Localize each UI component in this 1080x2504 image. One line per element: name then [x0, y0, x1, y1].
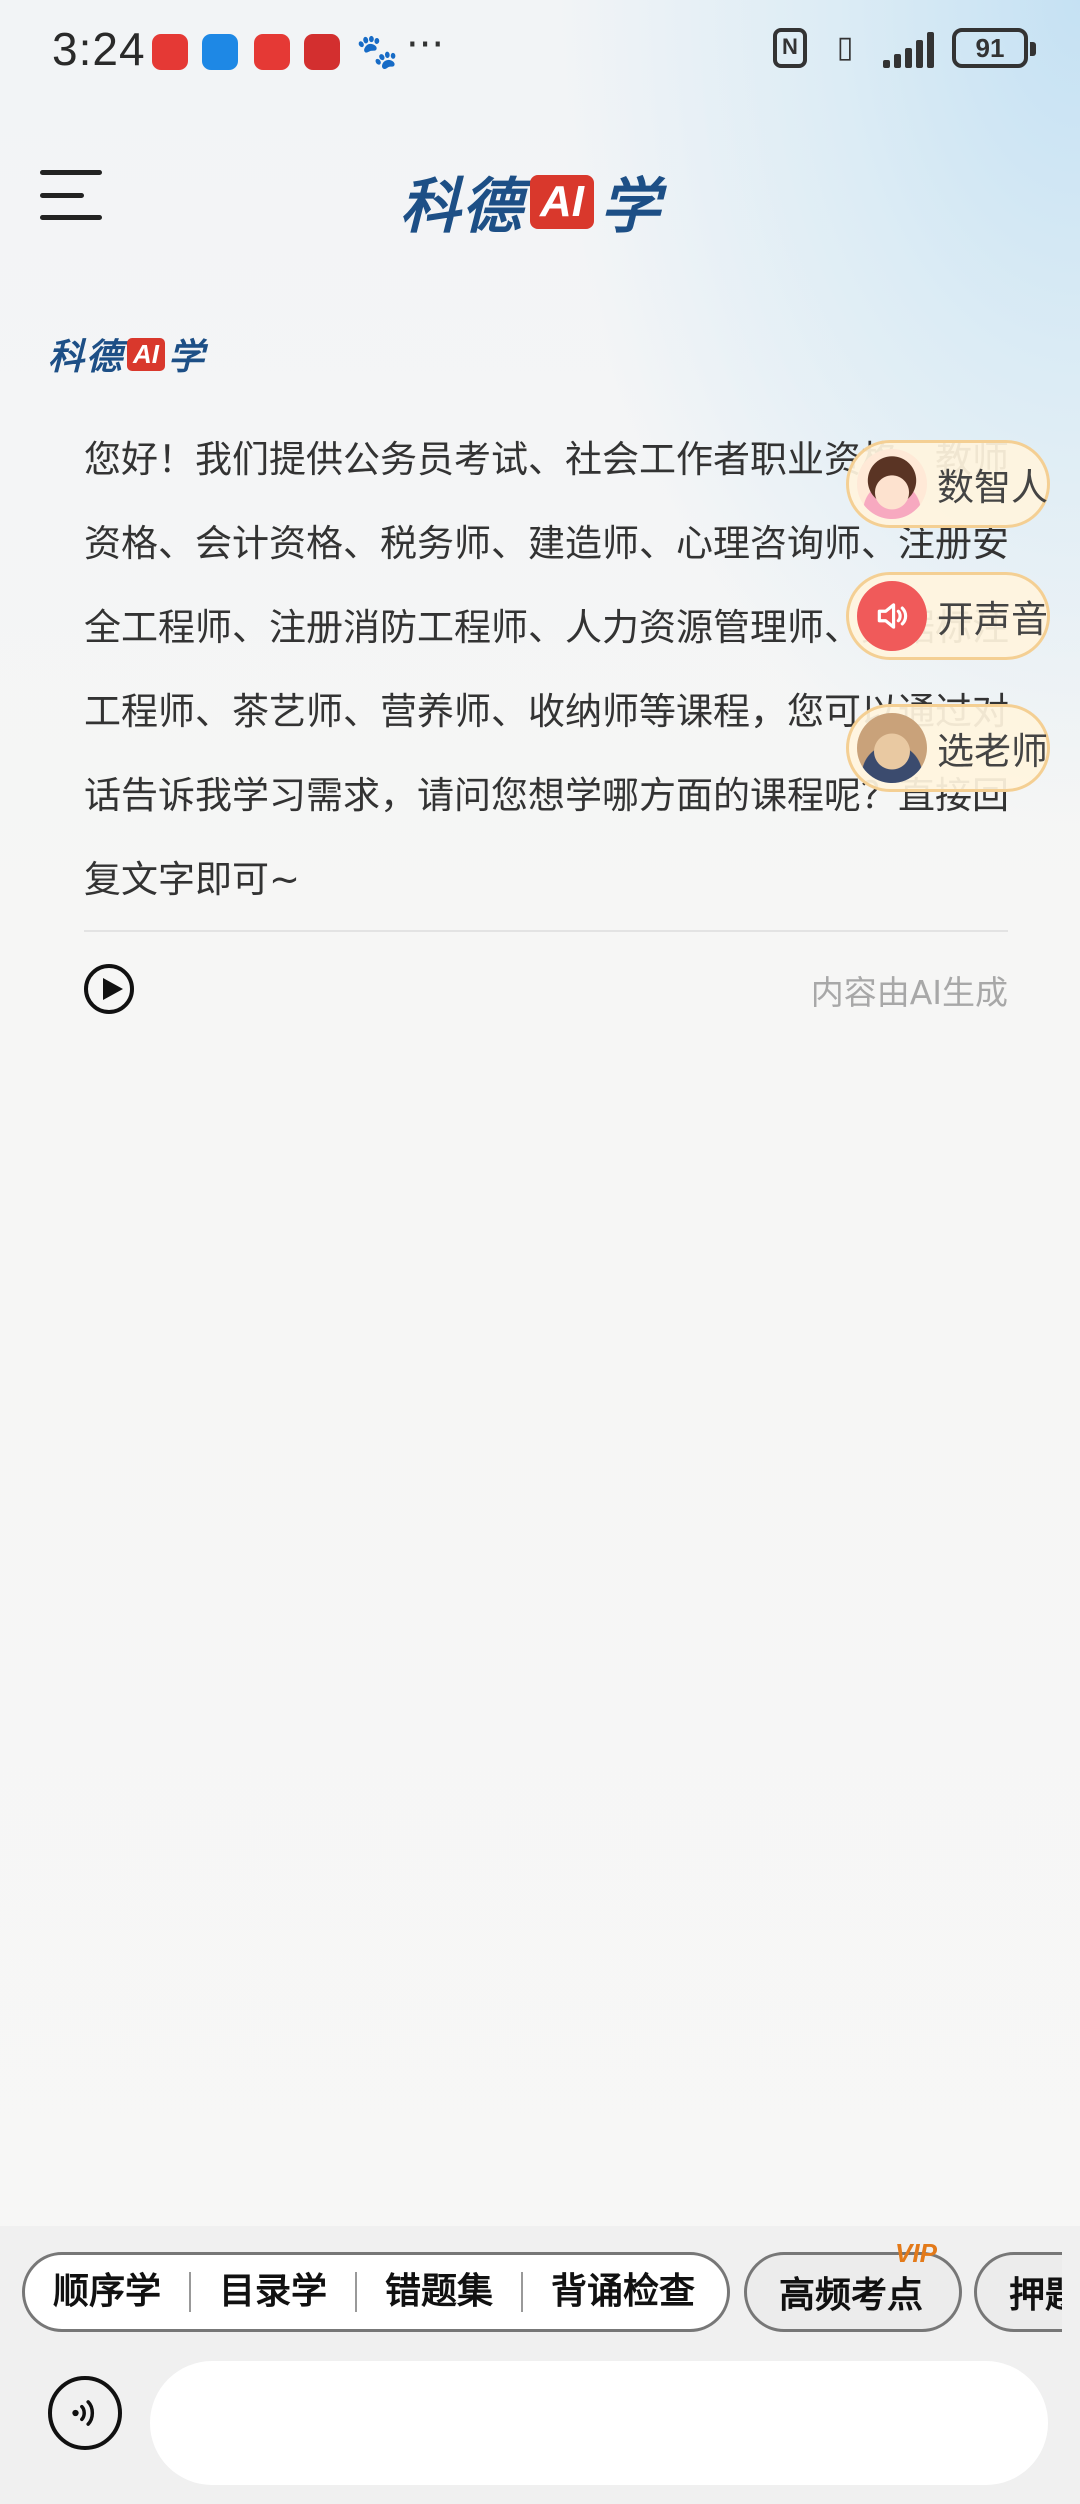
nfc-icon: N [773, 28, 807, 68]
vibrate-icon: ▯ [836, 30, 854, 65]
chip-recitation-check[interactable]: 背诵检查 [523, 2272, 723, 2312]
chip-sequential-study[interactable]: 顺序学 [25, 2272, 192, 2312]
message-input[interactable] [150, 2361, 1048, 2485]
girl-avatar-icon [857, 449, 927, 519]
study-mode-group: 顺序学 目录学 错题集 背诵检查 [22, 2252, 730, 2332]
digital-human-button[interactable]: 数智人 [846, 440, 1050, 528]
play-audio-button[interactable] [84, 964, 134, 1014]
stock-app-icon [304, 34, 340, 70]
brand-logo: 科德 AI 学 [400, 172, 662, 242]
cat-teacher-avatar-icon [857, 713, 927, 783]
more-notifications-icon: ··· [406, 22, 445, 68]
speaker-icon [857, 581, 927, 651]
battery-icon: 91 [952, 28, 1036, 68]
status-time: 3:24 [52, 23, 146, 75]
menu-icon[interactable] [40, 170, 102, 220]
chip-catalog-study[interactable]: 目录学 [191, 2272, 358, 2312]
message-app-icon [202, 34, 238, 70]
signal-icon [883, 28, 934, 68]
huawei-app-icon [152, 34, 188, 70]
baidu-paw-icon: 🐾 [356, 32, 399, 72]
chip-wrong-questions[interactable]: 错题集 [357, 2272, 524, 2312]
message-divider [84, 930, 1008, 932]
choose-teacher-button[interactable]: 选老师 [846, 704, 1050, 792]
vip-badge: VIP [895, 2238, 937, 2268]
red-app-icon [254, 34, 290, 70]
app-header: 科德 AI 学 [0, 140, 1080, 250]
status-bar: 3:24 🐾 ··· N ▯ 91 [0, 0, 1080, 105]
chip-predicted-questions[interactable]: 押题 [974, 2252, 1062, 2332]
voice-input-button[interactable] [48, 2376, 122, 2450]
message-sender-logo: 科德 AI 学 [48, 337, 207, 378]
sound-on-button[interactable]: 开声音 [846, 572, 1050, 660]
ai-generated-note: 内容由AI生成 [810, 973, 1008, 1012]
